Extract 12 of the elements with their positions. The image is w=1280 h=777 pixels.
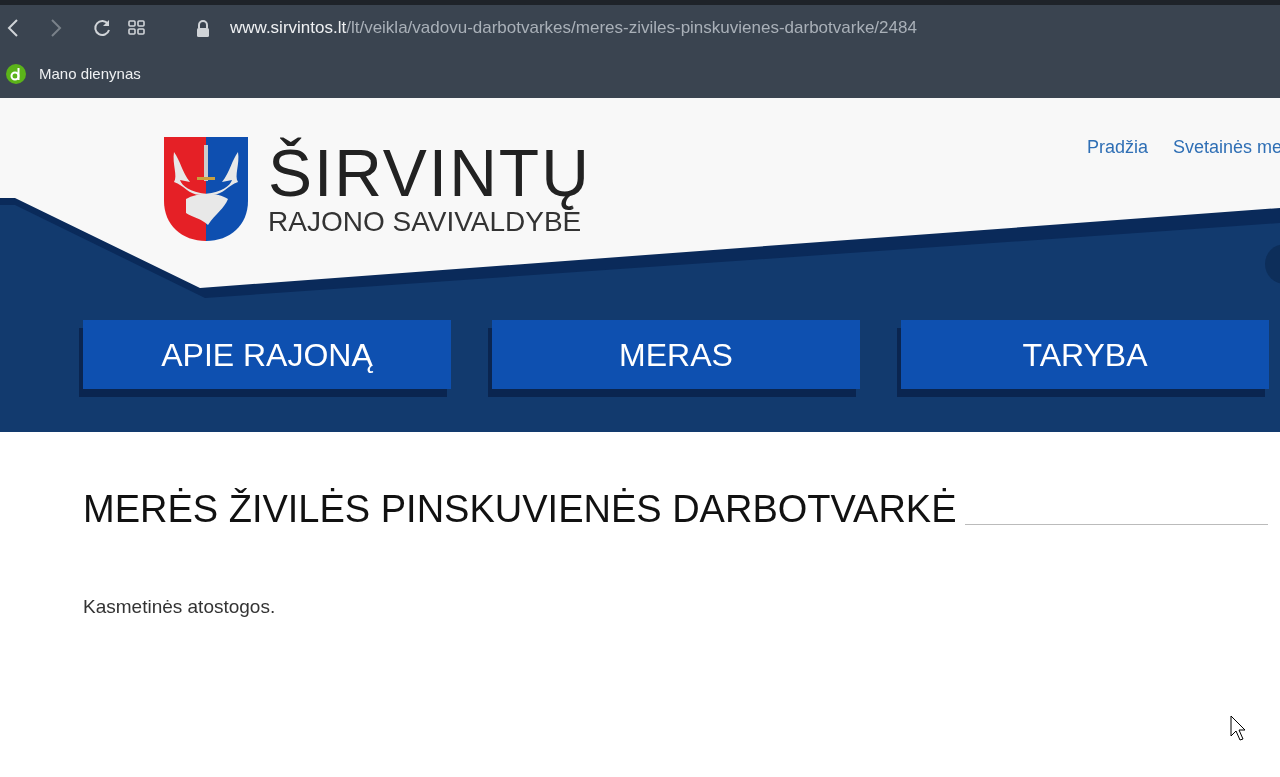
reload-icon[interactable] xyxy=(92,18,112,38)
lock-icon xyxy=(196,19,210,37)
mouse-cursor-icon xyxy=(1230,715,1246,741)
forward-icon[interactable] xyxy=(50,19,62,37)
top-link[interactable]: Pradžia xyxy=(1087,134,1149,161)
page-title: MERĖS ŽIVILĖS PINSKUVIENĖS DARBOTVARKĖ xyxy=(83,487,957,531)
tiles-icon[interactable] xyxy=(128,20,146,36)
body-text: Kasmetinės atostogos. xyxy=(83,595,277,619)
address-bar[interactable]: www.sirvintos.lt/lt/veikla/vadovu-darbotvarkes/meres-ziviles-pinskuvienes-darbotvarke/2484 xyxy=(230,15,917,41)
bookmark-favicon-icon xyxy=(6,64,26,84)
bookmark-link[interactable]: Mano dienynas xyxy=(39,62,141,86)
back-icon[interactable] xyxy=(7,19,19,37)
